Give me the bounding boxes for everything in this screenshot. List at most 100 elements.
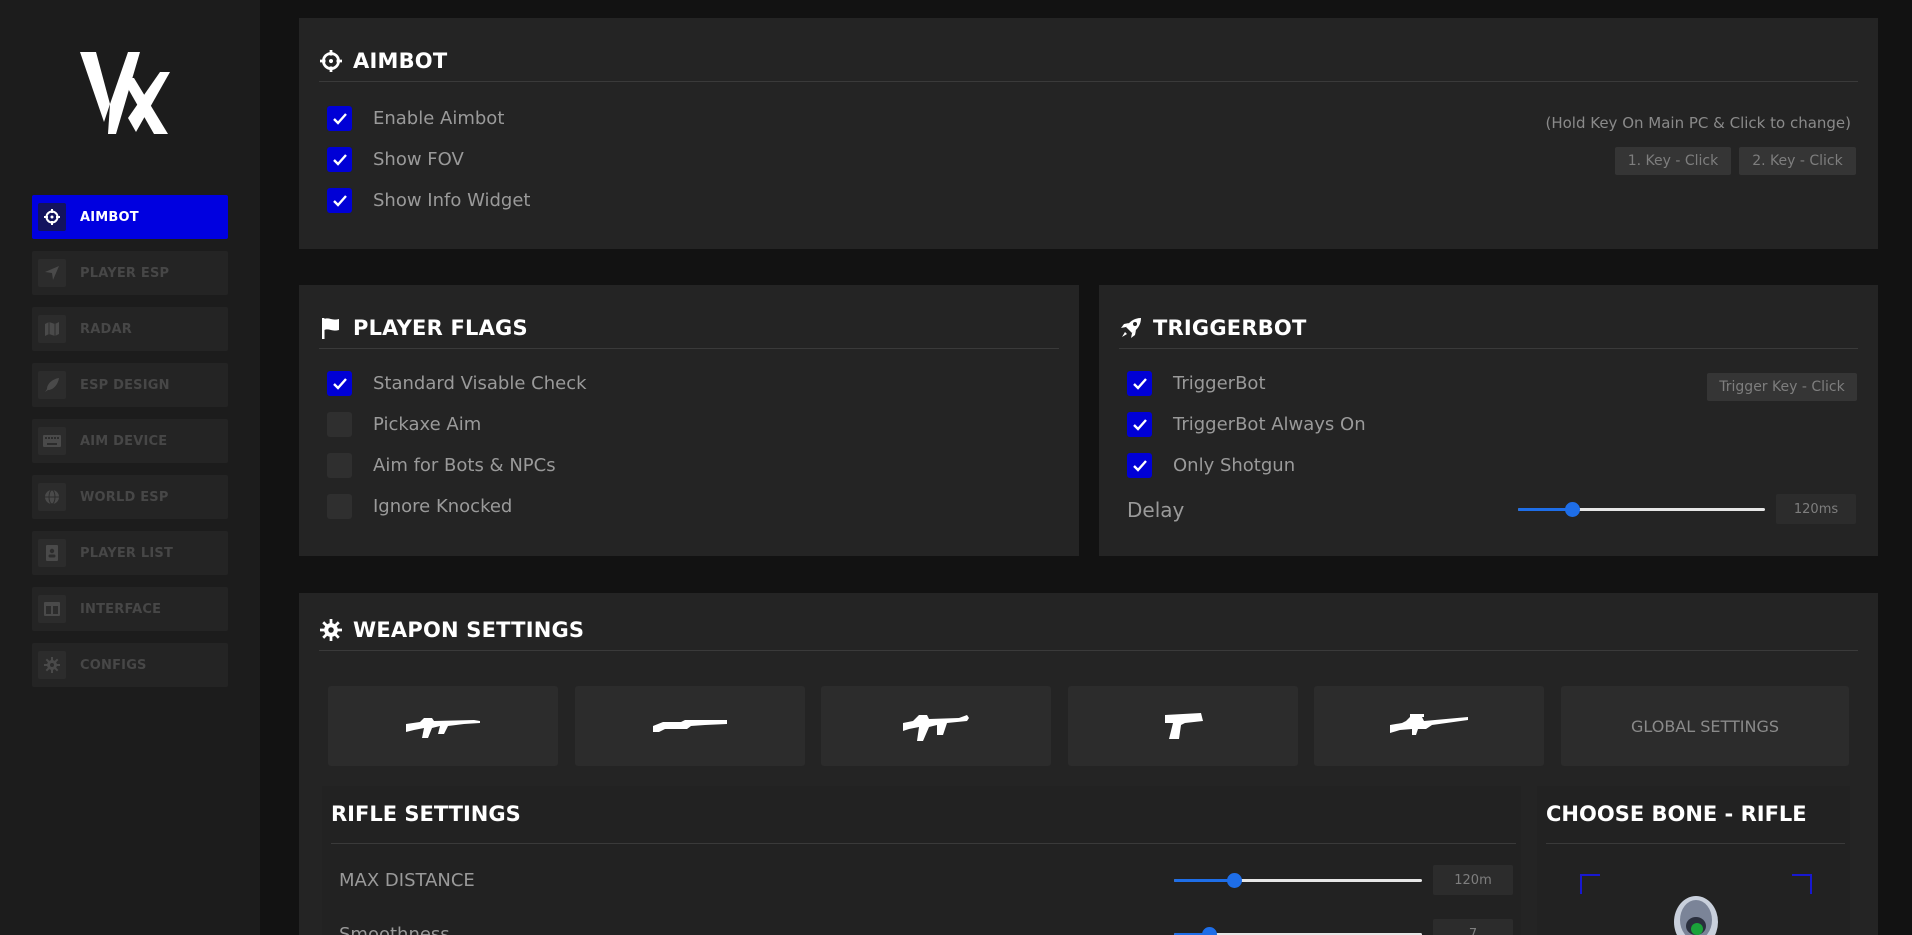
standard-visable-check-checkbox[interactable]: [327, 370, 352, 396]
choose-bone-title: CHOOSE BONE - RIFLE: [1546, 802, 1807, 826]
weapon-tab-shotgun[interactable]: [575, 686, 805, 766]
show-fov-checkbox[interactable]: [327, 146, 352, 172]
delay-slider-thumb[interactable]: [1565, 502, 1581, 517]
panel-header: PLAYER FLAGS: [319, 307, 1059, 349]
triggerbot-always-on-checkbox[interactable]: [1127, 411, 1152, 437]
only-shotgun-checkbox[interactable]: [1127, 452, 1152, 478]
triggerbot-checkbox[interactable]: [1127, 370, 1152, 396]
option-aim-bots-npcs: Aim for Bots & NPCs: [327, 451, 556, 479]
key-hint-text: (Hold Key On Main PC & Click to change): [1545, 114, 1851, 132]
pickaxe-aim-checkbox[interactable]: [327, 411, 352, 437]
checkmark-icon: [1132, 459, 1147, 472]
choose-bone-panel: CHOOSE BONE - RIFLE: [1537, 786, 1850, 935]
sidebar-item-esp-design[interactable]: ESP DESIGN: [32, 363, 228, 407]
sidebar-item-interface[interactable]: INTERFACE: [32, 587, 228, 631]
sidebar-item-label: WORLD ESP: [80, 489, 169, 505]
checkmark-icon: [332, 194, 347, 207]
show-info-widget-checkbox[interactable]: [327, 187, 352, 213]
divider: [331, 843, 1516, 844]
max-distance-label: MAX DISTANCE: [339, 870, 475, 891]
pistol-icon: [1165, 713, 1203, 739]
option-pickaxe-aim: Pickaxe Aim: [327, 410, 481, 438]
sidebar-item-label: CONFIGS: [80, 657, 147, 673]
key2-button[interactable]: 2. Key - Click: [1739, 147, 1856, 175]
vx-logo: [78, 48, 170, 136]
max-distance-slider-thumb[interactable]: [1226, 873, 1242, 888]
globe-icon: [38, 483, 66, 511]
checkmark-icon: [1132, 377, 1147, 390]
sidebar-item-radar[interactable]: RADAR: [32, 307, 228, 351]
panel-title: PLAYER FLAGS: [353, 315, 528, 340]
divider: [1546, 843, 1845, 844]
delay-label: Delay: [1127, 498, 1185, 522]
ignore-knocked-checkbox[interactable]: [327, 493, 352, 519]
bone-frame-corner-tr: [1792, 874, 1812, 894]
smoothness-value[interactable]: 7: [1433, 919, 1513, 935]
sidebar-item-label: PLAYER ESP: [80, 265, 170, 281]
option-ignore-knocked: Ignore Knocked: [327, 492, 512, 520]
enable-aimbot-checkbox[interactable]: [327, 105, 352, 131]
weapon-tab-pistol[interactable]: [1068, 686, 1298, 766]
panel-title: WEAPON SETTINGS: [353, 617, 585, 642]
keyboard-icon: [38, 427, 66, 455]
player-flags-panel: PLAYER FLAGS Standard Visable Check Pick…: [299, 285, 1079, 556]
option-label: Only Shotgun: [1173, 454, 1296, 476]
max-distance-slider[interactable]: [1174, 873, 1422, 888]
weapon-tab-global-settings[interactable]: GLOBAL SETTINGS: [1561, 686, 1849, 766]
character-head-image: [1674, 896, 1718, 935]
option-only-shotgun: Only Shotgun: [1127, 451, 1295, 479]
sidebar-item-label: INTERFACE: [80, 601, 162, 617]
option-show-info-widget: Show Info Widget: [327, 186, 530, 214]
panel-header: TRIGGERBOT: [1119, 307, 1858, 349]
sidebar-item-label: ESP DESIGN: [80, 377, 170, 393]
key1-button[interactable]: 1. Key - Click: [1615, 147, 1731, 175]
sidebar-item-label: AIM DEVICE: [80, 433, 168, 449]
sidebar-item-label: AIMBOT: [80, 209, 139, 225]
crosshair-icon: [319, 49, 343, 73]
sidebar-item-label: PLAYER LIST: [80, 545, 174, 561]
panel-title: AIMBOT: [353, 48, 448, 73]
shotgun-icon: [653, 720, 727, 732]
checkmark-icon: [332, 377, 347, 390]
weapon-tab-assault-rifle[interactable]: [328, 686, 558, 766]
gear-icon: [319, 618, 343, 642]
option-label: Ignore Knocked: [373, 495, 513, 517]
option-standard-visable-check: Standard Visable Check: [327, 369, 587, 397]
location-arrow-icon: [38, 259, 66, 287]
map-icon: [38, 315, 66, 343]
delay-value[interactable]: 120ms: [1776, 494, 1856, 524]
option-triggerbot: TriggerBot: [1127, 369, 1266, 397]
sidebar-item-player-list[interactable]: PLAYER LIST: [32, 531, 228, 575]
sidebar-item-configs[interactable]: CONFIGS: [32, 643, 228, 687]
weapon-tab-sniper[interactable]: [1314, 686, 1544, 766]
sniper-rifle-icon: [1390, 714, 1468, 735]
app-window: AIMBOT PLAYER ESP RADAR ESP DESIGN AIM D…: [0, 0, 1912, 935]
sidebar-item-player-esp[interactable]: PLAYER ESP: [32, 251, 228, 295]
option-enable-aimbot: Enable Aimbot: [327, 104, 504, 132]
delay-slider[interactable]: [1518, 502, 1765, 517]
sidebar-item-aim-device[interactable]: AIM DEVICE: [32, 419, 228, 463]
sidebar: AIMBOT PLAYER ESP RADAR ESP DESIGN AIM D…: [0, 0, 260, 935]
sidebar-item-world-esp[interactable]: WORLD ESP: [32, 475, 228, 519]
option-label: Aim for Bots & NPCs: [373, 454, 556, 476]
max-distance-value[interactable]: 120m: [1433, 865, 1513, 895]
aim-bots-npcs-checkbox[interactable]: [327, 452, 352, 478]
option-label: Enable Aimbot: [373, 107, 505, 129]
aimbot-panel: AIMBOT Enable Aimbot Show FOV Show Info …: [299, 18, 1878, 249]
window-icon: [38, 595, 66, 623]
panel-header: WEAPON SETTINGS: [319, 609, 1858, 651]
weapon-tab-smg[interactable]: [821, 686, 1051, 766]
triggerbot-panel: TRIGGERBOT TriggerBot TriggerBot Always …: [1099, 285, 1878, 556]
trigger-key-button[interactable]: Trigger Key - Click: [1707, 373, 1857, 401]
smoothness-slider-thumb[interactable]: [1201, 927, 1217, 935]
panel-header: AIMBOT: [319, 40, 1858, 82]
checkmark-icon: [1132, 418, 1147, 431]
option-label: TriggerBot Always On: [1173, 413, 1366, 435]
smoothness-label: Smoothness: [339, 924, 450, 935]
flag-icon: [319, 316, 343, 340]
feather-icon: [38, 371, 66, 399]
gear-icon: [38, 651, 66, 679]
rifle-settings-title: RIFLE SETTINGS: [331, 802, 521, 826]
sidebar-item-aimbot[interactable]: AIMBOT: [32, 195, 228, 239]
smg-icon: [903, 715, 969, 741]
